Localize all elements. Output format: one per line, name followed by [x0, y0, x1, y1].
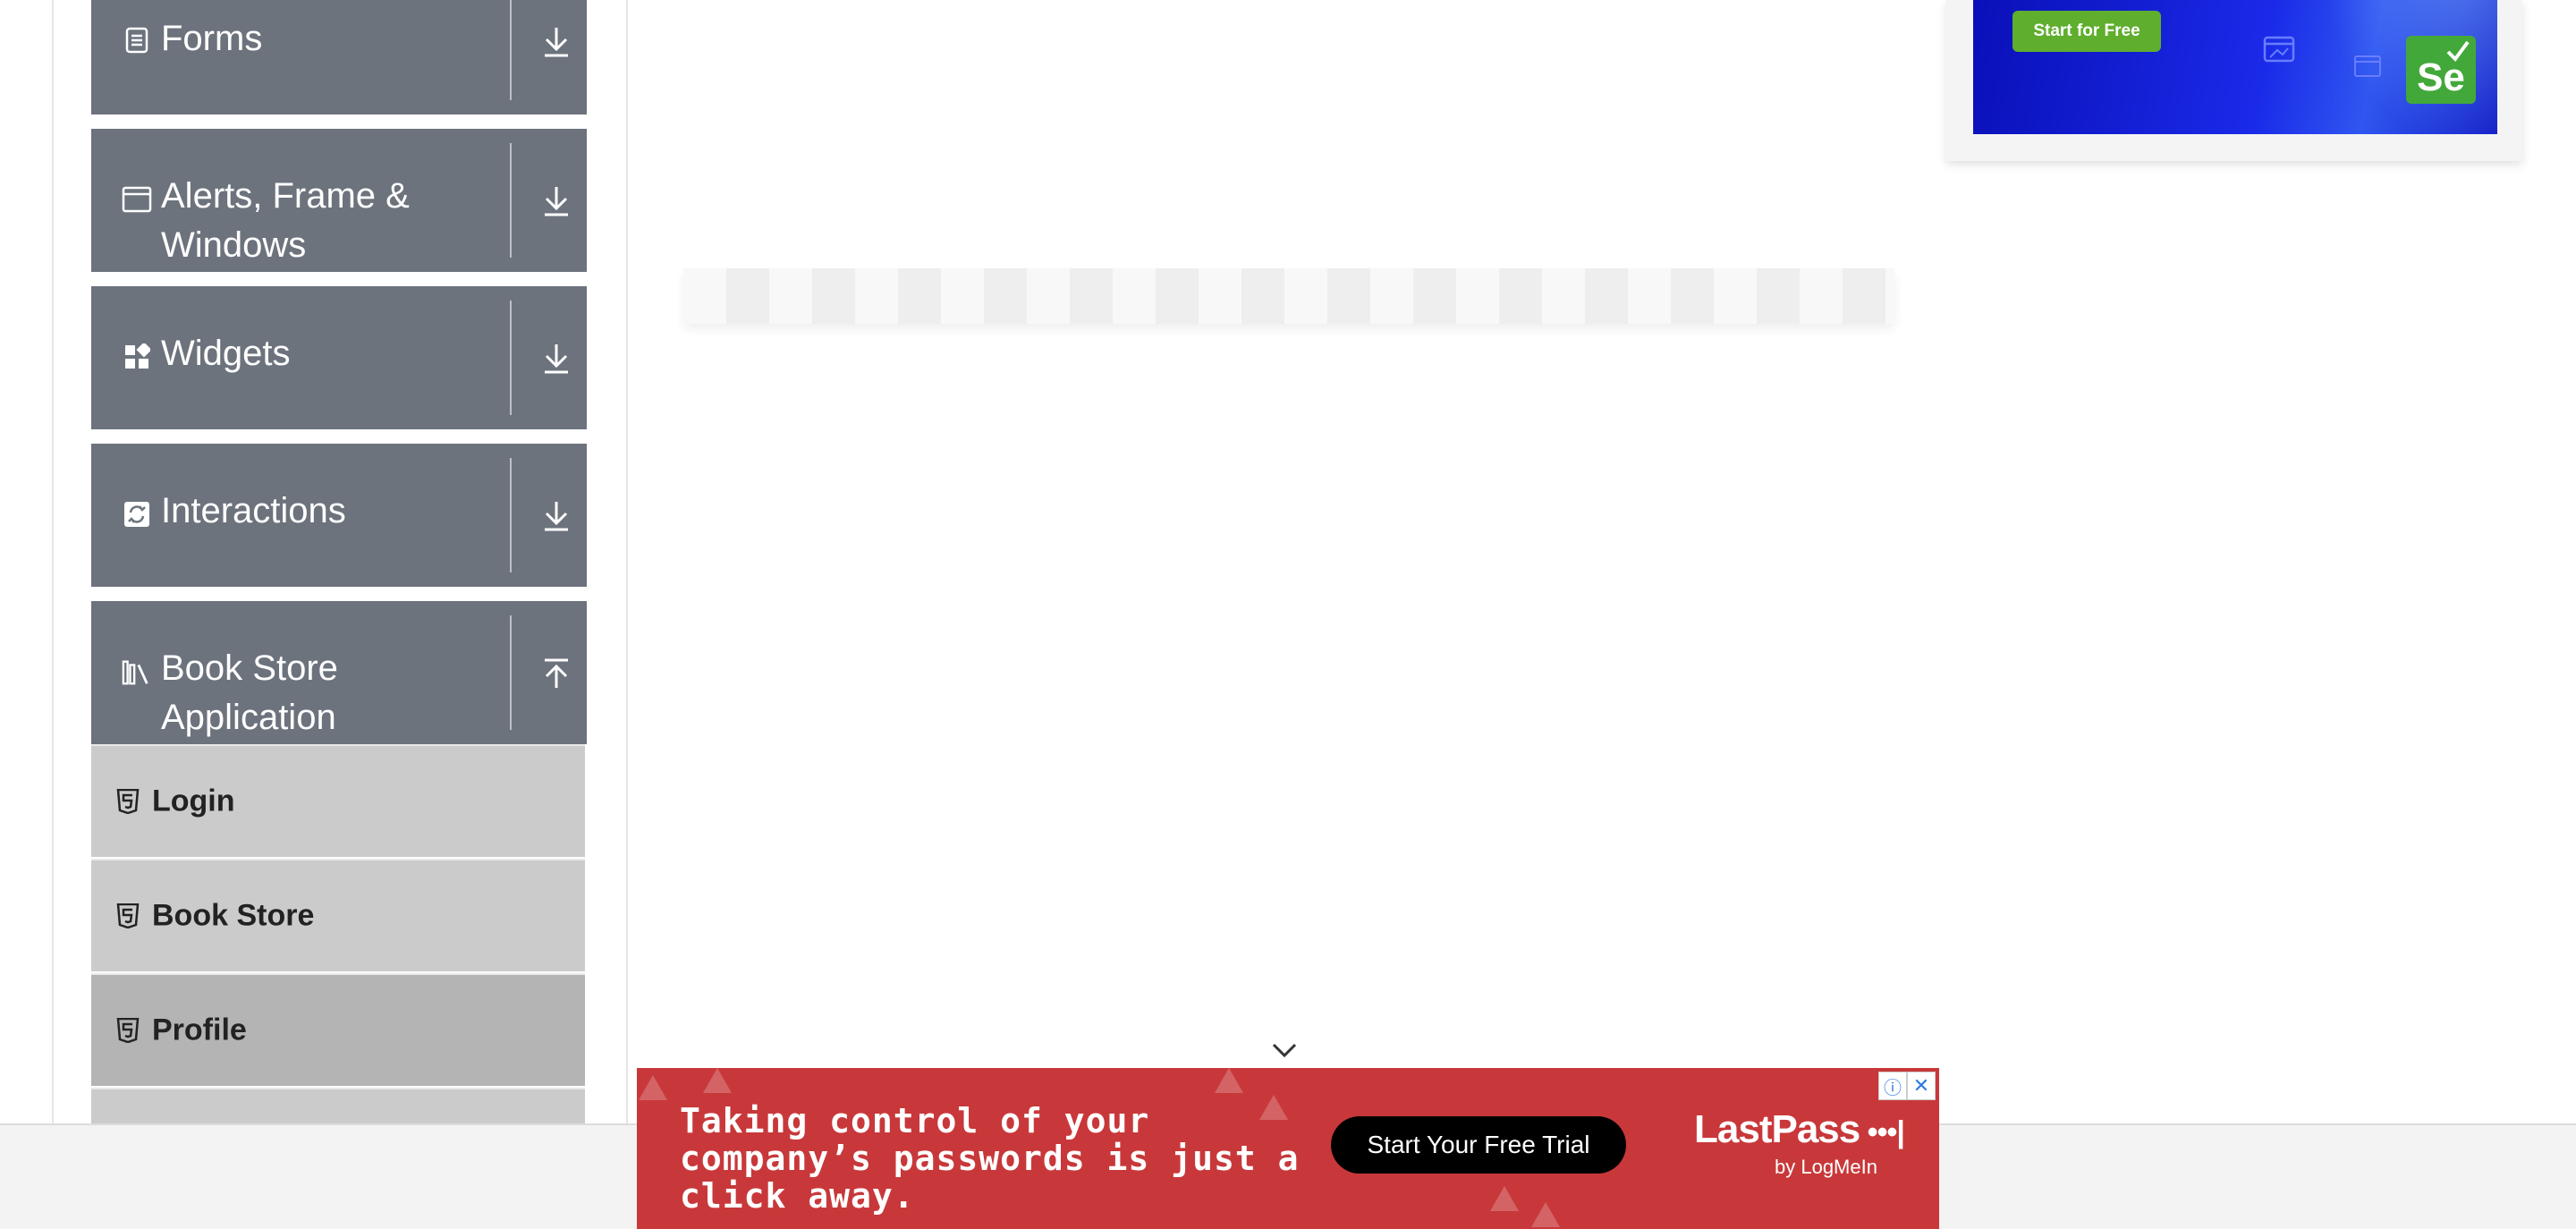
group-divider	[510, 301, 512, 415]
download-arrow-icon[interactable]	[534, 494, 579, 538]
group-divider	[510, 615, 512, 730]
sidebar-group-widgets[interactable]: Widgets	[91, 286, 587, 429]
gallery-icon	[2352, 54, 2383, 85]
ad-decor-triangle	[1490, 1186, 1519, 1211]
loading-placeholder-strip	[683, 268, 1894, 324]
sidebar-group-interactions[interactable]: Interactions	[91, 444, 587, 587]
sidebar-group-label: Interactions	[161, 491, 346, 530]
sidebar-item-book-store[interactable]: Book Store	[91, 859, 585, 971]
sidebar-item-label: Book Store	[152, 898, 315, 933]
brand-dots: •••|	[1860, 1115, 1905, 1149]
sidebar-group-label: Widgets	[161, 334, 291, 373]
top-ad-banner[interactable]: Start for Free Se	[1973, 0, 2497, 134]
sidebar-item-login[interactable]: Login	[91, 744, 585, 857]
download-arrow-icon[interactable]	[534, 336, 579, 381]
sidebar-group-label: Alerts, Frame & Windows	[161, 176, 410, 265]
ad-start-free-button[interactable]: Start for Free	[2012, 11, 2161, 52]
sidebar-item-label: Login	[152, 784, 235, 818]
chevron-down-icon[interactable]	[1270, 1039, 1299, 1061]
sidebar-item-profile[interactable]: Profile	[91, 973, 585, 1086]
bottom-ad-banner[interactable]: Taking control of your company’s passwor…	[637, 1068, 1939, 1229]
ad-headline: Taking control of your company’s passwor…	[680, 1101, 1300, 1216]
ad-decor-triangle	[703, 1068, 732, 1093]
info-icon[interactable]: ⓘ	[1878, 1072, 1907, 1100]
close-icon[interactable]: ✕	[1907, 1072, 1936, 1100]
ad-brand-name: LastPass	[1694, 1107, 1860, 1151]
download-arrow-icon[interactable]	[534, 179, 579, 224]
ad-brand-logo: LastPass •••|	[1694, 1107, 1905, 1152]
image-icon	[2261, 34, 2297, 71]
group-divider	[510, 458, 512, 572]
interactions-icon	[122, 499, 152, 530]
sidebar-item-label: Profile	[152, 1013, 247, 1047]
group-divider	[510, 0, 512, 100]
sidebar-group-label: Book Store Application	[161, 648, 338, 737]
group-divider	[510, 143, 512, 258]
sidebar-group-book-store-application[interactable]: Book Store Application	[91, 601, 587, 744]
upload-arrow-icon[interactable]	[534, 651, 579, 696]
widgets-icon	[122, 342, 152, 372]
download-arrow-icon[interactable]	[534, 20, 579, 64]
sidebar-group-label: Forms	[161, 19, 263, 58]
sidebar-group-alerts-frame-windows[interactable]: Alerts, Frame & Windows	[91, 129, 587, 272]
window-icon	[122, 184, 152, 215]
html5-icon	[116, 788, 140, 815]
sidebar-left-border	[52, 0, 54, 1123]
ad-decor-triangle	[639, 1075, 667, 1100]
html5-icon	[116, 1017, 140, 1044]
ad-brand-sub: by LogMeIn	[1775, 1156, 1877, 1178]
ad-decor-triangle	[1215, 1068, 1243, 1093]
ad-decor-triangle	[1531, 1202, 1560, 1227]
books-icon	[122, 657, 152, 687]
html5-icon	[116, 903, 140, 929]
ad-free-trial-button[interactable]: Start Your Free Trial	[1331, 1116, 1626, 1174]
selenium-badge: Se	[2406, 36, 2476, 104]
sidebar-group-forms[interactable]: Forms	[91, 0, 587, 114]
document-icon	[122, 25, 152, 55]
sidebar-right-border	[626, 0, 628, 1123]
